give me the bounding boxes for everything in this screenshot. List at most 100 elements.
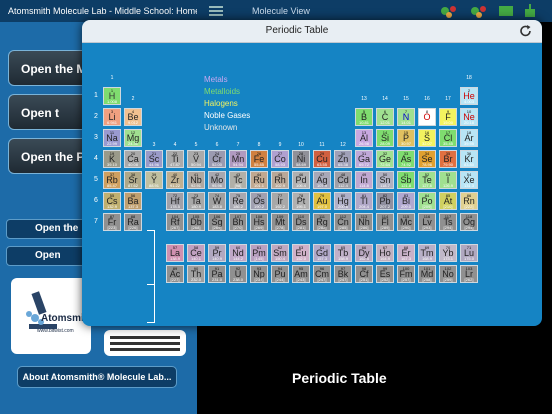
element-cd[interactable]: 48 Cd 112.4 — [334, 171, 352, 189]
element-fe[interactable]: 26 Fe 55.85 — [250, 150, 268, 168]
element-si[interactable]: 14 Si 28.09 — [376, 129, 394, 147]
element-rg[interactable]: 111 Rg [282] — [313, 213, 331, 231]
element-pd[interactable]: 46 Pd 106.4 — [292, 171, 310, 189]
element-mg[interactable]: 12 Mg 24.31 — [124, 129, 142, 147]
element-ds[interactable]: 110 Ds [281] — [292, 213, 310, 231]
element-bk[interactable]: 97 Bk [247] — [334, 265, 352, 283]
element-ag[interactable]: 47 Ag 107.9 — [313, 171, 331, 189]
element-mt[interactable]: 109 Mt [278] — [271, 213, 289, 231]
element-tl[interactable]: 81 Tl 204.4 — [355, 192, 373, 210]
element-hg[interactable]: 80 Hg 200.6 — [334, 192, 352, 210]
element-es[interactable]: 99 Es [252] — [376, 265, 394, 283]
element-re[interactable]: 75 Re 186.2 — [229, 192, 247, 210]
element-ne[interactable]: 10 Ne 20.18 — [460, 108, 478, 126]
element-np[interactable]: 93 Np [237] — [250, 265, 268, 283]
element-pa[interactable]: 91 Pa 231.0 — [208, 265, 226, 283]
element-sc[interactable]: 21 Sc 44.96 — [145, 150, 163, 168]
element-na[interactable]: 11 Na 22.99 — [103, 129, 121, 147]
element-lu[interactable]: 71 Lu 175.0 — [460, 244, 478, 262]
element-zr[interactable]: 40 Zr 91.22 — [166, 171, 184, 189]
element-nd[interactable]: 60 Nd 144.2 — [229, 244, 247, 262]
element-f[interactable]: 9 F 19.00 — [439, 108, 457, 126]
element-p[interactable]: 15 P 30.97 — [397, 129, 415, 147]
element-be[interactable]: 4 Be 9.012 — [124, 108, 142, 126]
element-pr[interactable]: 59 Pr 140.9 — [208, 244, 226, 262]
element-xe[interactable]: 54 Xe 131.3 — [460, 171, 478, 189]
element-ir[interactable]: 77 Ir 192.2 — [271, 192, 289, 210]
element-hf[interactable]: 72 Hf 178.5 — [166, 192, 184, 210]
element-dy[interactable]: 66 Dy 162.5 — [355, 244, 373, 262]
element-cf[interactable]: 98 Cf [251] — [355, 265, 373, 283]
element-ba[interactable]: 56 Ba 137.3 — [124, 192, 142, 210]
element-og[interactable]: 118 Og [294] — [460, 213, 478, 231]
element-te[interactable]: 52 Te 127.6 — [418, 171, 436, 189]
element-sb[interactable]: 51 Sb 121.8 — [397, 171, 415, 189]
element-cn[interactable]: 112 Cn [285] — [334, 213, 352, 231]
element-ra[interactable]: 88 Ra [226] — [124, 213, 142, 231]
element-zn[interactable]: 30 Zn 65.38 — [334, 150, 352, 168]
element-kr[interactable]: 36 Kr 83.80 — [460, 150, 478, 168]
element-w[interactable]: 74 W 183.8 — [208, 192, 226, 210]
element-th[interactable]: 90 Th 232.0 — [187, 265, 205, 283]
element-tb[interactable]: 65 Tb 158.9 — [334, 244, 352, 262]
element-pu[interactable]: 94 Pu [244] — [271, 265, 289, 283]
element-in[interactable]: 49 In 114.8 — [355, 171, 373, 189]
element-se[interactable]: 34 Se 78.96 — [418, 150, 436, 168]
element-co[interactable]: 27 Co 58.93 — [271, 150, 289, 168]
molecule-tools-icon[interactable] — [437, 3, 547, 19]
element-nh[interactable]: 113 Nh [286] — [355, 213, 373, 231]
element-lv[interactable]: 116 Lv [293] — [418, 213, 436, 231]
element-sr[interactable]: 38 Sr 87.62 — [124, 171, 142, 189]
element-sm[interactable]: 62 Sm 150.4 — [271, 244, 289, 262]
element-ac[interactable]: 89 Ac [227] — [166, 265, 184, 283]
element-v[interactable]: 23 V 50.94 — [187, 150, 205, 168]
element-am[interactable]: 95 Am [243] — [292, 265, 310, 283]
element-c[interactable]: 6 C 12.01 — [376, 108, 394, 126]
element-rf[interactable]: 104 Rf [267] — [166, 213, 184, 231]
element-as[interactable]: 33 As 74.92 — [397, 150, 415, 168]
element-y[interactable]: 39 Y 88.91 — [145, 171, 163, 189]
element-au[interactable]: 79 Au 197.0 — [313, 192, 331, 210]
element-rn[interactable]: 86 Rn [222] — [460, 192, 478, 210]
element-db[interactable]: 105 Db [268] — [187, 213, 205, 231]
element-lr[interactable]: 103 Lr [262] — [460, 265, 478, 283]
element-cs[interactable]: 55 Cs 132.9 — [103, 192, 121, 210]
element-ts[interactable]: 117 Ts [294] — [439, 213, 457, 231]
element-br[interactable]: 35 Br 79.90 — [439, 150, 457, 168]
atomsmith-logo-card[interactable]: Atomsmith www.bitwist.com — [11, 278, 91, 354]
element-u[interactable]: 92 U 238.0 — [229, 265, 247, 283]
element-ti[interactable]: 22 Ti 47.87 — [166, 150, 184, 168]
element-n[interactable]: 7 N 14.01 — [397, 108, 415, 126]
element-ta[interactable]: 73 Ta 180.9 — [187, 192, 205, 210]
element-mc[interactable]: 115 Mc [290] — [397, 213, 415, 231]
element-k[interactable]: 19 K 39.10 — [103, 150, 121, 168]
element-cl[interactable]: 17 Cl 35.45 — [439, 129, 457, 147]
element-li[interactable]: 3 Li 6.941 — [103, 108, 121, 126]
element-i[interactable]: 53 I 126.9 — [439, 171, 457, 189]
element-la[interactable]: 57 La 138.9 — [166, 244, 184, 262]
element-cr[interactable]: 24 Cr 52.00 — [208, 150, 226, 168]
element-po[interactable]: 84 Po [209] — [418, 192, 436, 210]
secondary-card[interactable] — [104, 330, 186, 356]
element-al[interactable]: 13 Al 26.98 — [355, 129, 373, 147]
element-tc[interactable]: 43 Tc [98] — [229, 171, 247, 189]
element-ca[interactable]: 20 Ca 40.08 — [124, 150, 142, 168]
element-md[interactable]: 101 Md [258] — [418, 265, 436, 283]
element-bh[interactable]: 107 Bh [270] — [229, 213, 247, 231]
element-cu[interactable]: 29 Cu 63.55 — [313, 150, 331, 168]
element-eu[interactable]: 63 Eu 152.0 — [292, 244, 310, 262]
element-fl[interactable]: 114 Fl [289] — [376, 213, 394, 231]
menu-icon[interactable] — [209, 6, 223, 16]
element-he[interactable]: 2 He 4.003 — [460, 87, 478, 105]
element-sn[interactable]: 50 Sn 118.7 — [376, 171, 394, 189]
element-at[interactable]: 85 At [210] — [439, 192, 457, 210]
element-yb[interactable]: 70 Yb 173.1 — [439, 244, 457, 262]
element-rb[interactable]: 37 Rb 85.47 — [103, 171, 121, 189]
about-button[interactable]: About Atomsmith® Molecule Lab... — [17, 366, 177, 388]
element-ge[interactable]: 32 Ge 72.64 — [376, 150, 394, 168]
element-sg[interactable]: 106 Sg [269] — [208, 213, 226, 231]
element-o[interactable]: 8 O 16.00 — [418, 108, 436, 126]
element-b[interactable]: 5 B 10.81 — [355, 108, 373, 126]
element-fm[interactable]: 100 Fm [257] — [397, 265, 415, 283]
element-er[interactable]: 68 Er 167.3 — [397, 244, 415, 262]
